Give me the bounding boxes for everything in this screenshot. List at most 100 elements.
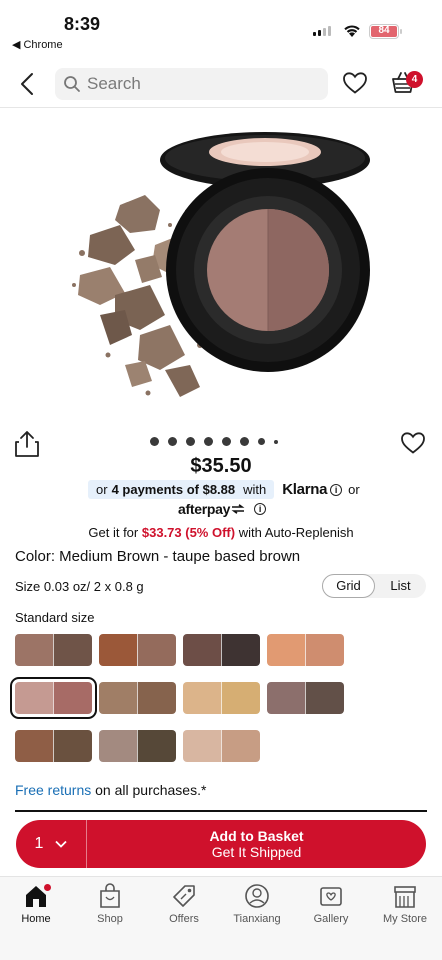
chevron-left-icon — [21, 73, 33, 95]
home-notification-dot — [44, 884, 51, 891]
shade-swatch-half — [221, 682, 260, 714]
carousel-dot[interactable] — [168, 437, 177, 446]
shade-swatch-half — [99, 682, 137, 714]
grid-view-button[interactable]: Grid — [322, 574, 375, 598]
share-icon[interactable] — [14, 430, 40, 458]
klarna-prefix: or — [96, 482, 108, 497]
search-bar[interactable] — [55, 68, 328, 100]
tab-my-store-label: My Store — [382, 913, 427, 925]
tab-my-store[interactable]: My Store — [375, 883, 435, 925]
auto-replenish-line[interactable]: Get it for $33.73 (5% Off) with Auto-Rep… — [0, 525, 442, 540]
auto-replenish-price: $33.73 (5% Off) — [141, 525, 236, 540]
shade-swatch-half — [267, 634, 305, 666]
shade-swatch-half — [137, 682, 176, 714]
carousel-dot[interactable] — [150, 437, 159, 446]
back-triangle-icon: ◀ — [12, 39, 21, 51]
klarna-logo: Klarna — [282, 481, 328, 498]
shade-swatch[interactable] — [267, 682, 344, 714]
tab-profile[interactable]: Tianxiang — [227, 883, 287, 925]
profile-icon — [245, 884, 269, 908]
chevron-down-icon — [55, 840, 68, 848]
carousel-dot[interactable] — [258, 438, 265, 445]
tab-offers[interactable]: Offers — [154, 883, 214, 925]
clock: 8:39 — [64, 14, 101, 34]
divider — [15, 810, 427, 812]
shade-swatch[interactable] — [99, 634, 176, 666]
search-icon — [64, 76, 80, 92]
gallery-icon — [320, 887, 342, 906]
favorite-heart-icon[interactable] — [400, 431, 426, 455]
auto-replenish-suffix: with Auto-Replenish — [238, 525, 354, 540]
offers-tag-icon — [173, 885, 195, 907]
klarna-financing[interactable]: or 4 payments of $8.88 with Klarna i or — [88, 480, 360, 499]
shade-swatch[interactable] — [183, 730, 260, 762]
afterpay-info-icon[interactable]: i — [254, 503, 267, 515]
carousel-dots[interactable] — [150, 437, 278, 446]
shade-swatch-half — [267, 682, 305, 714]
battery-icon: 84 — [369, 24, 402, 39]
wifi-icon — [344, 25, 360, 37]
view-toggle[interactable]: Grid List — [322, 574, 426, 598]
shade-swatch[interactable] — [99, 682, 176, 714]
back-button[interactable] — [14, 70, 40, 98]
product-image[interactable] — [60, 125, 380, 415]
shade-swatch[interactable] — [183, 634, 260, 666]
add-to-basket-label: Add to Basket — [209, 828, 304, 844]
returns-text: on all purchases.* — [95, 782, 207, 798]
klarna-with: with — [243, 482, 267, 497]
quantity-value: 1 — [34, 835, 44, 852]
tab-offers-label: Offers — [169, 913, 199, 925]
add-to-basket-button[interactable]: Add to Basket Get It Shipped — [87, 820, 426, 868]
tab-gallery-label: Gallery — [313, 913, 349, 925]
shade-swatch-half — [183, 682, 221, 714]
shade-swatch-half — [305, 634, 344, 666]
back-app-label: Chrome — [23, 38, 63, 51]
shop-bag-icon — [100, 883, 120, 908]
carousel-dot[interactable] — [274, 439, 278, 444]
shade-swatch-half — [221, 730, 260, 762]
back-to-app[interactable]: ◀ Chrome — [12, 38, 63, 52]
add-to-basket-bar: 1 Add to Basket Get It Shipped — [16, 820, 426, 868]
shade-swatch[interactable] — [99, 730, 176, 762]
shipping-label: Get It Shipped — [211, 844, 302, 860]
search-input[interactable] — [87, 74, 317, 94]
wishlist-heart-icon[interactable] — [342, 71, 368, 95]
battery-level: 84 — [371, 26, 397, 37]
carousel-dot[interactable] — [204, 437, 213, 446]
shade-swatch[interactable] — [15, 730, 92, 762]
klarna-pill: or 4 payments of $8.88 with — [88, 480, 275, 499]
shade-swatch-half — [53, 730, 92, 762]
shade-swatch[interactable] — [15, 634, 92, 666]
tab-shop[interactable]: Shop — [80, 883, 140, 925]
carousel-dot[interactable] — [186, 437, 195, 446]
shade-swatch-half — [99, 634, 137, 666]
carousel-dot[interactable] — [240, 437, 249, 446]
afterpay-financing[interactable]: afterpay i — [178, 501, 267, 517]
shade-swatch-half — [15, 730, 53, 762]
afterpay-logo: afterpay — [178, 501, 245, 517]
selected-color: Color: Medium Brown - taupe based brown — [15, 548, 301, 565]
basket-count-badge: 4 — [406, 71, 423, 88]
quantity-selector[interactable]: 1 — [16, 820, 87, 868]
klarna-or: or — [348, 482, 360, 497]
klarna-info-icon[interactable]: i — [330, 483, 343, 496]
tab-gallery[interactable]: Gallery — [301, 883, 361, 925]
shade-swatch[interactable] — [183, 682, 260, 714]
product-price: $35.50 — [190, 455, 252, 477]
shade-swatch-half — [183, 634, 221, 666]
tab-home-label: Home — [21, 913, 51, 925]
shade-swatch-half — [53, 634, 92, 666]
tab-shop-label: Shop — [97, 913, 123, 925]
free-returns-link[interactable]: Free returns — [15, 782, 91, 798]
tab-profile-label: Tianxiang — [233, 913, 281, 925]
tab-home[interactable]: Home — [6, 883, 66, 925]
shade-swatch-half — [305, 682, 344, 714]
shade-swatch-half — [15, 634, 53, 666]
shade-swatch[interactable] — [267, 634, 344, 666]
afterpay-logo-text: afterpay — [178, 501, 231, 517]
list-view-button[interactable]: List — [375, 574, 426, 598]
shade-swatch-half — [137, 730, 176, 762]
auto-replenish-prefix: Get it for — [88, 525, 139, 540]
shade-swatch[interactable] — [10, 677, 97, 719]
carousel-dot[interactable] — [222, 437, 231, 446]
